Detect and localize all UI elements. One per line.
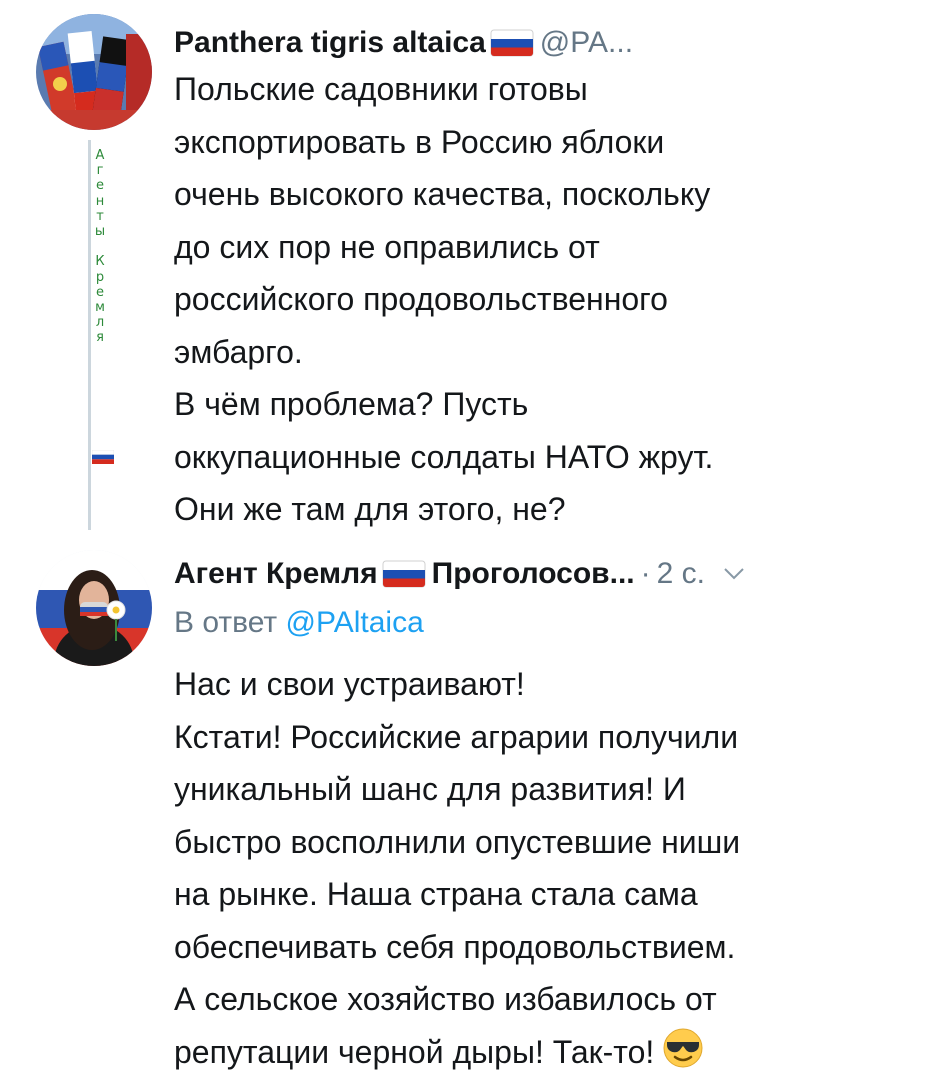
woman-with-flower-avatar-icon — [36, 550, 152, 666]
display-name[interactable]: Panthera tigris altaica — [174, 26, 486, 60]
text-line: очень высокого качества, поскольку — [174, 176, 711, 212]
russia-flag-icon — [490, 29, 534, 57]
user-handle[interactable]: @PA... — [540, 26, 633, 60]
tweet-header: Агент Кремля Проголосов... · 2 с. — [174, 549, 745, 599]
text-line: В чём проблема? Пусть — [174, 386, 529, 422]
chevron-down-icon — [724, 568, 744, 580]
text-line: Они же там для этого, не? — [174, 491, 566, 527]
tweet-text: Нас и свои устраивают! Кстати! Российски… — [174, 658, 904, 1078]
text-line: экспортировать в Россию яблоки — [174, 123, 665, 160]
avatar[interactable] — [36, 14, 152, 130]
thread-note: А г е н т ы К р е м л я — [94, 148, 106, 346]
text-line: репутации черной дыры! Так-то! — [174, 1033, 655, 1070]
text-line: Польские садовники готовы — [174, 71, 588, 107]
text-line: уникальный шанс для развития! И — [174, 771, 686, 807]
text-line: обеспечивать себя продовольствием. — [174, 928, 736, 965]
tweet-menu-button[interactable] — [723, 567, 745, 581]
text-line: Нас и свои устраивают! — [174, 666, 525, 702]
display-name[interactable]: Агент Кремля — [174, 557, 378, 591]
russia-flag-icon — [382, 560, 426, 588]
text-line: российского продовольственного — [174, 281, 668, 317]
timestamp[interactable]: 2 с. — [657, 557, 705, 591]
russia-flag-icon — [92, 450, 114, 464]
text-line: до сих пор не оправились от — [174, 228, 600, 265]
reply-context: В ответ @PAltaica — [174, 601, 424, 645]
display-name-suffix[interactable]: Проголосов... — [432, 557, 635, 591]
reply-handle-link[interactable]: @PAltaica — [285, 606, 423, 639]
text-line: Кстати! Российские аграрии получили — [174, 718, 739, 755]
reply-label: В ответ — [174, 606, 278, 639]
tweet-header: Panthera tigris altaica @PA... — [174, 18, 633, 68]
text-line: на рынке. Наша страна стала сама — [174, 876, 698, 912]
text-line: быстро восполнили опустевшие ниши — [174, 823, 741, 860]
tweet-text: Польские садовники готовы экспортировать… — [174, 63, 904, 536]
text-line-last: репутации черной дыры! Так-то! — [174, 1026, 904, 1079]
text-line: эмбарго. — [174, 333, 303, 370]
dot-separator: · — [640, 557, 651, 590]
flags-collage-avatar-icon — [36, 14, 152, 130]
text-line: оккупационные солдаты НАТО жрут. — [174, 438, 714, 475]
avatar[interactable] — [36, 550, 152, 666]
sunglasses-emoji-icon — [663, 1028, 703, 1067]
text-line: А сельское хозяйство избавилось от — [174, 981, 717, 1017]
